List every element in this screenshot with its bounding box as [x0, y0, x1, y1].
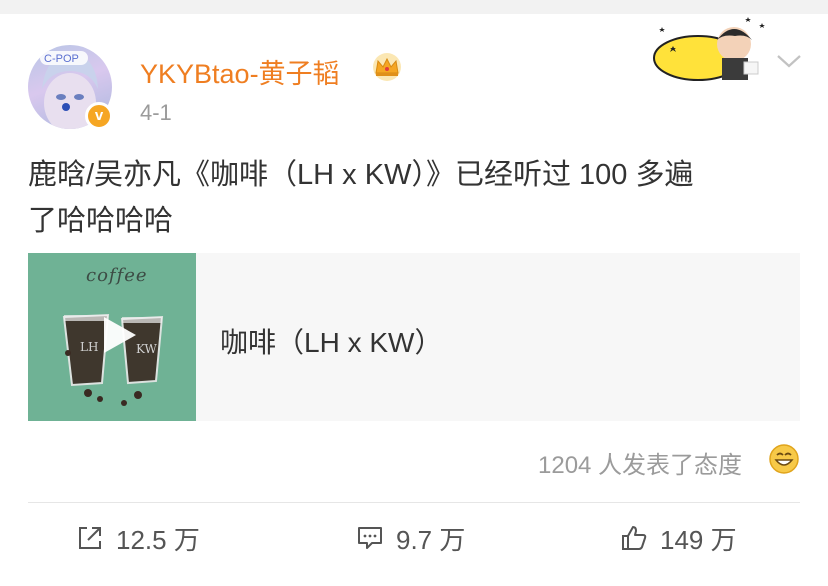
comment-button[interactable]: 9.7 万 — [356, 520, 465, 556]
play-icon[interactable] — [94, 311, 142, 359]
cover-text: coffee — [86, 265, 148, 286]
verified-badge-icon: v — [85, 102, 113, 130]
post-text: 鹿晗/吴亦凡《咖啡（LH x KW）》已经听过 100 多遍 了哈哈哈哈 — [28, 152, 800, 244]
like-count: 149 万 — [660, 524, 737, 555]
divider — [28, 502, 800, 503]
chevron-down-icon[interactable] — [775, 52, 803, 70]
smile-emoji-icon[interactable] — [768, 443, 800, 475]
crown-icon[interactable] — [370, 52, 404, 82]
comment-icon — [358, 527, 382, 549]
song-title[interactable]: 咖啡（LH x KW） — [220, 321, 442, 361]
like-icon — [622, 526, 647, 550]
profile-decoration — [653, 17, 765, 81]
post-date: 4-1 — [140, 100, 172, 125]
repost-icon — [79, 527, 101, 549]
album-cover[interactable]: LH KW coffee — [28, 253, 196, 421]
repost-count: 12.5 万 — [116, 524, 200, 555]
post-text-line-1: 鹿晗/吴亦凡《咖啡（LH x KW）》已经听过 100 多遍 — [28, 159, 694, 191]
svg-text:C-POP: C-POP — [44, 53, 79, 65]
comment-count: 9.7 万 — [396, 524, 466, 555]
reactions-summary[interactable]: 1204 人发表了态度 — [538, 445, 742, 480]
music-card[interactable]: LH KW coffee 咖啡（LH x KW） — [28, 253, 800, 421]
username[interactable]: YKYBtao-黄子韬 — [140, 52, 340, 91]
like-button[interactable]: 149 万 — [620, 520, 737, 556]
post-text-line-2: 了哈哈哈哈 — [28, 205, 174, 237]
repost-button[interactable]: 12.5 万 — [76, 520, 200, 556]
